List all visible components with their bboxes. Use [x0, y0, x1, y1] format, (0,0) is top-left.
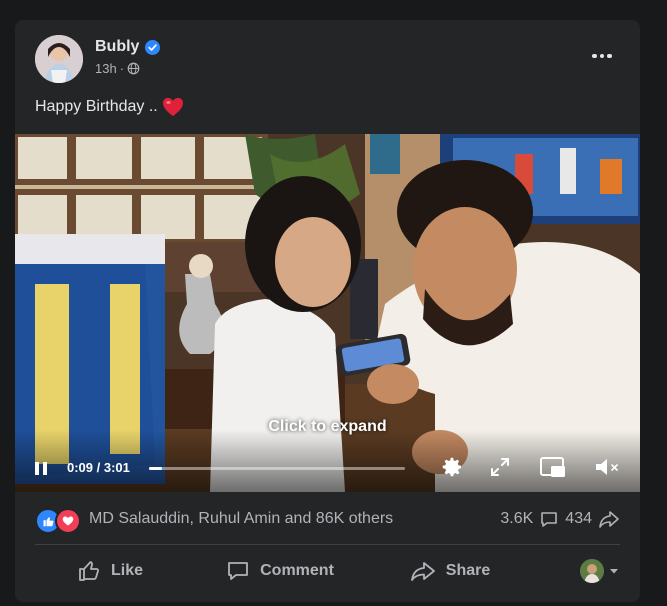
post-text: Happy Birthday .. [35, 97, 184, 117]
fullscreen-button[interactable] [485, 454, 515, 480]
globe-icon[interactable] [127, 62, 140, 75]
share-count-icon [599, 511, 619, 528]
comment-icon [228, 562, 249, 580]
reaction-icons[interactable] [35, 508, 81, 534]
share-label: Share [445, 562, 491, 579]
video-controls: 0:09 / 3:01 [15, 430, 640, 492]
actions-divider [35, 544, 620, 545]
engagement-counts: 3.6K 434 [500, 509, 620, 529]
share-icon [410, 562, 435, 581]
video-player[interactable]: Click to expand 0:09 / 3:01 [15, 134, 640, 492]
like-button[interactable]: Like [35, 549, 185, 593]
red-heart-emoji [162, 97, 183, 117]
verified-badge-icon [145, 39, 161, 55]
video-progress-fill [149, 467, 162, 470]
shares-count[interactable]: 434 [565, 510, 592, 528]
pause-icon [35, 461, 39, 475]
more-options-button[interactable] [584, 42, 620, 70]
pause-button[interactable] [29, 457, 53, 479]
author-name[interactable]: Bubly [95, 38, 139, 56]
picture-in-picture-icon [540, 457, 565, 477]
author-avatar[interactable] [35, 35, 83, 83]
small-avatar [580, 559, 604, 583]
reaction-as-selector[interactable] [525, 549, 620, 593]
post-actions: Like Comment Share [35, 549, 620, 593]
comment-count-icon [541, 512, 558, 527]
like-label: Like [110, 562, 143, 579]
thumbs-up-icon [79, 561, 99, 581]
chevron-down-icon [610, 569, 618, 574]
post-message: Happy Birthday .. [35, 98, 158, 115]
comment-button[interactable]: Comment [185, 549, 375, 593]
author-name-row: Bubly [95, 38, 161, 56]
post-time[interactable]: 13h [95, 61, 117, 76]
volume-button[interactable] [591, 454, 625, 480]
picture-in-picture-button[interactable] [537, 454, 569, 480]
fullscreen-icon [491, 458, 509, 476]
video-time: 0:09 / 3:01 [67, 460, 130, 475]
volume-muted-icon [596, 459, 618, 475]
post-card: Bubly 13h · Happy Birthday .. Click to e… [15, 20, 640, 602]
share-button[interactable]: Share [375, 549, 525, 593]
video-progress-bar[interactable] [149, 467, 405, 470]
meta-separator: · [119, 61, 125, 76]
gear-icon [442, 457, 462, 477]
reactions-summary: MD Salauddin, Ruhul Amin and 86K others … [35, 506, 620, 534]
love-reaction-icon [55, 508, 81, 534]
more-horizontal-icon [592, 53, 597, 59]
comments-count[interactable]: 3.6K [500, 510, 533, 528]
reaction-names[interactable]: MD Salauddin, Ruhul Amin and 86K others [89, 510, 393, 528]
comment-label: Comment [260, 562, 334, 579]
post-meta: 13h · [95, 61, 140, 76]
settings-button[interactable] [437, 454, 467, 480]
